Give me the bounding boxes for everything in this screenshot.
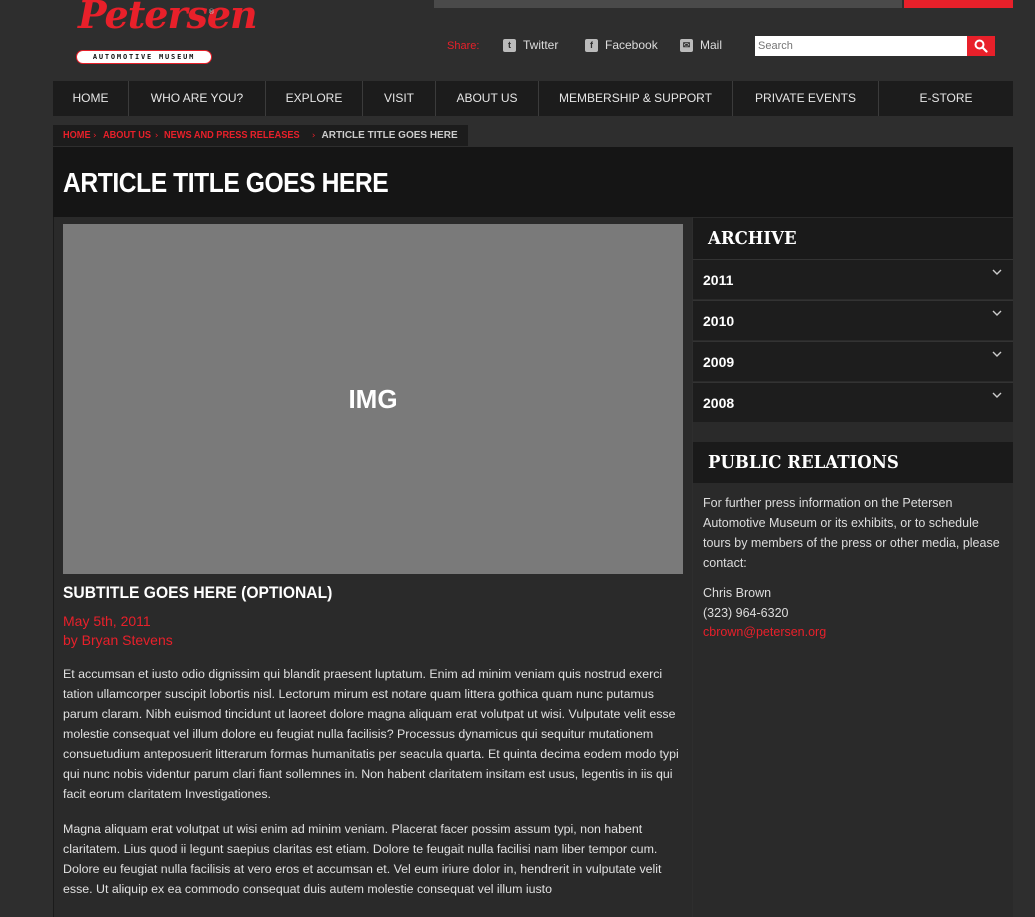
petersen-logo[interactable]: Petersen ® AUTOMOTIVE MUSEUM xyxy=(72,0,258,64)
archive-title: ARCHIVE xyxy=(708,228,797,249)
breadcrumb-separator: › xyxy=(93,130,97,141)
chevron-down-icon xyxy=(992,269,1002,275)
search-button[interactable] xyxy=(967,36,995,56)
breadcrumb-separator: › xyxy=(154,130,159,141)
public-relations-header: PUBLIC RELATIONS xyxy=(693,442,1013,483)
public-relations-title: PUBLIC RELATIONS xyxy=(708,452,899,473)
breadcrumb-about-us[interactable]: ABOUT US xyxy=(103,130,151,141)
share-label: Share: xyxy=(447,40,480,52)
nav-item-membership-support[interactable]: MEMBERSHIP & SUPPORT xyxy=(539,81,733,116)
breadcrumb-news-press[interactable]: NEWS AND PRESS RELEASES xyxy=(164,130,300,141)
logo-tagline: AUTOMOTIVE MUSEUM xyxy=(92,53,196,61)
article-image-label: IMG xyxy=(348,384,398,414)
nav-item-home[interactable]: HOME xyxy=(53,81,129,116)
archive-year-2008[interactable]: 2008 xyxy=(693,382,1013,422)
contact-name: Chris Brown xyxy=(703,586,772,600)
page-title: ARTICLE TITLE GOES HERE xyxy=(63,167,389,198)
article-paragraph: Et accumsan et iusto odio dignissim qui … xyxy=(63,667,679,801)
share-facebook-link[interactable]: f Facebook xyxy=(585,38,658,52)
article-paragraph: Magna aliquam erat volutpat ut wisi enim… xyxy=(63,822,662,896)
article-date: May 5th, 2011 xyxy=(63,613,151,629)
nav-item-e-store[interactable]: E-STORE xyxy=(879,81,1013,116)
share-twitter-label: Twitter xyxy=(523,38,559,52)
nav-item-explore[interactable]: EXPLORE xyxy=(266,81,363,116)
facebook-icon: f xyxy=(585,38,598,52)
article-byline: by Bryan Stevens xyxy=(63,632,173,648)
page-title-band: ARTICLE TITLE GOES HERE xyxy=(53,147,1013,217)
nav-item-visit[interactable]: VISIT xyxy=(363,81,436,116)
share-facebook-label: Facebook xyxy=(605,38,658,52)
archive-year-label: 2009 xyxy=(703,354,735,370)
top-utility-bar xyxy=(434,0,902,8)
article-subtitle: SUBTITLE GOES HERE (OPTIONAL) xyxy=(63,583,333,602)
contact-email-link[interactable]: cbrown@petersen.org xyxy=(703,625,826,639)
logo-ribbon: AUTOMOTIVE MUSEUM xyxy=(76,50,212,64)
search-icon xyxy=(974,39,988,53)
logo-registered-mark: ® xyxy=(208,8,215,16)
breadcrumb-home[interactable]: HOME xyxy=(63,130,91,141)
breadcrumb-current: ARTICLE TITLE GOES HERE xyxy=(321,130,458,141)
public-relations-text: For further press information on the Pet… xyxy=(703,496,1000,570)
chevron-down-icon xyxy=(992,392,1002,398)
contact-phone: (323) 964-6320 xyxy=(703,606,789,620)
sidebar: ARCHIVE 2011 2010 2009 2008 PUBLIC RELAT… xyxy=(693,217,1013,917)
breadcrumb: HOME › ABOUT US › NEWS AND PRESS RELEASE… xyxy=(53,125,468,146)
share-mail-label: Mail xyxy=(700,38,723,52)
archive-year-label: 2008 xyxy=(703,395,735,411)
twitter-icon: t xyxy=(503,38,516,52)
mail-icon: ✉ xyxy=(680,38,693,52)
chevron-down-icon xyxy=(992,351,1002,357)
logo-wordmark: Petersen xyxy=(78,0,258,37)
breadcrumb-separator: › xyxy=(311,130,316,141)
share-twitter-link[interactable]: t Twitter xyxy=(503,38,558,52)
archive-header: ARCHIVE xyxy=(693,218,1013,259)
nav-item-who-are-you[interactable]: WHO ARE YOU? xyxy=(129,81,266,116)
archive-year-label: 2011 xyxy=(703,272,734,288)
archive-year-label: 2010 xyxy=(703,313,735,329)
search-input[interactable] xyxy=(755,36,967,56)
main-navigation: HOME WHO ARE YOU? EXPLORE VISIT ABOUT US… xyxy=(53,81,1013,116)
nav-item-about-us[interactable]: ABOUT US xyxy=(436,81,539,116)
archive-year-2011[interactable]: 2011 xyxy=(693,259,1013,299)
nav-item-private-events[interactable]: PRIVATE EVENTS xyxy=(733,81,879,116)
archive-year-2009[interactable]: 2009 xyxy=(693,341,1013,381)
top-utility-red-tab[interactable] xyxy=(904,0,1013,8)
chevron-down-icon xyxy=(992,310,1002,316)
archive-year-2010[interactable]: 2010 xyxy=(693,300,1013,340)
article-image: IMG xyxy=(63,224,683,574)
share-mail-link[interactable]: ✉ Mail xyxy=(680,38,722,52)
